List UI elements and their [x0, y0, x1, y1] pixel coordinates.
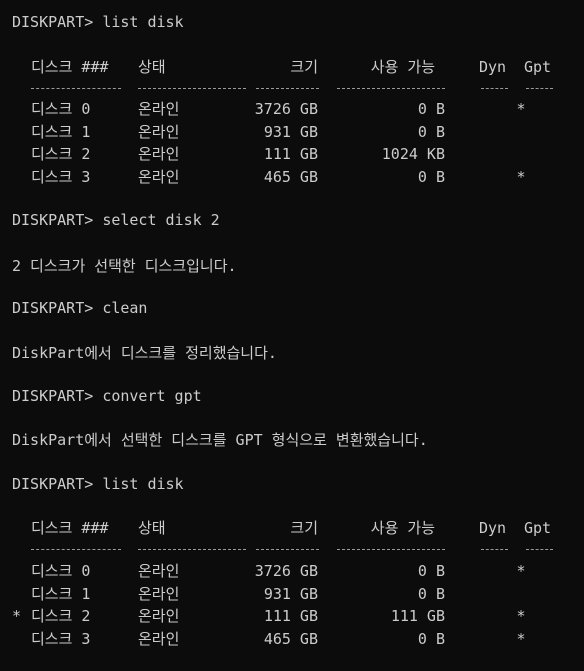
separator-gpt	[526, 88, 553, 89]
table-row: * 디스크 2 온라인 111 GB 111 GB *	[0, 606, 584, 626]
prompt: DISKPART>	[12, 387, 103, 405]
separator-dyn	[481, 88, 508, 89]
cell-size: 111 GB	[263, 607, 318, 625]
cell-status: 온라인	[138, 100, 180, 118]
header-dyn: Dyn	[479, 519, 507, 537]
cell-free: 0 B	[417, 562, 445, 580]
separator-free	[337, 88, 445, 89]
command-text: clean	[102, 299, 148, 317]
command-text: list disk	[102, 13, 184, 31]
separator-disk	[31, 549, 121, 550]
separator-disk	[31, 88, 121, 89]
cell-size: 3726 GB	[254, 100, 318, 118]
cell-size: 931 GB	[263, 584, 318, 603]
separator-gpt	[526, 549, 553, 550]
cell-status: 온라인	[138, 607, 180, 625]
separator-status	[138, 88, 246, 89]
cell-size: 111 GB	[263, 145, 318, 163]
cell-gpt: *	[516, 100, 526, 118]
table-separator	[0, 78, 584, 98]
cell-disk: 디스크 0	[31, 562, 91, 580]
table-separator	[0, 539, 584, 559]
cell-marker: *	[12, 607, 22, 625]
table-row: 디스크 2 온라인 111 GB 1024 KB	[0, 144, 584, 164]
cell-free: 0 B	[417, 100, 445, 118]
prompt: DISKPART>	[12, 211, 103, 229]
cell-disk: 디스크 0	[31, 100, 91, 118]
command-line: DISKPART> list disk	[12, 12, 184, 32]
separator-size	[256, 88, 319, 89]
cell-status: 온라인	[138, 629, 180, 648]
command-text: list disk	[102, 475, 184, 493]
command-line: DISKPART> select disk 2	[12, 210, 220, 230]
table-row: 디스크 0 온라인 3726 GB 0 B *	[0, 99, 584, 119]
command-text: convert gpt	[102, 387, 202, 405]
cell-status: 온라인	[138, 122, 180, 141]
cell-gpt: *	[516, 607, 526, 625]
command-line: DISKPART> list disk	[12, 474, 184, 494]
output-message: DiskPart에서 선택한 디스크를 GPT 형식으로 변환했습니다.	[12, 431, 428, 449]
table-row: 디스크 0 온라인 3726 GB 0 B *	[0, 561, 584, 581]
cell-status: 온라인	[138, 145, 180, 163]
cell-free: 0 B	[417, 629, 445, 648]
table-header-row: 디스크 ### 상태 크기 사용 가능 Dyn Gpt	[0, 57, 584, 77]
table-row: 디스크 1 온라인 931 GB 0 B	[0, 122, 584, 142]
cell-status: 온라인	[138, 562, 180, 580]
cell-disk: 디스크 3	[31, 629, 91, 648]
header-disk: 디스크 ###	[31, 519, 109, 537]
header-status: 상태	[138, 58, 166, 76]
output-message: 2 디스크가 선택한 디스크입니다.	[12, 257, 237, 275]
cell-gpt: *	[516, 629, 526, 648]
command-text: select disk 2	[102, 211, 220, 229]
cell-status: 온라인	[138, 584, 180, 603]
prompt: DISKPART>	[12, 299, 103, 317]
header-free: 사용 가능	[370, 58, 435, 76]
separator-status	[138, 549, 246, 550]
cell-free: 1024 KB	[381, 145, 445, 163]
header-dyn: Dyn	[479, 58, 507, 76]
separator-dyn	[481, 549, 508, 550]
cell-disk: 디스크 1	[31, 584, 91, 603]
table-row: 디스크 1 온라인 931 GB 0 B	[0, 584, 584, 604]
header-free: 사용 가능	[370, 519, 435, 537]
cell-free: 111 GB	[390, 607, 445, 625]
separator-free	[337, 549, 445, 550]
cell-disk: 디스크 2	[31, 145, 91, 163]
terminal-window[interactable]: DISKPART> list disk 디스크 ### 상태 크기 사용 가능 …	[0, 0, 584, 671]
cell-disk: 디스크 3	[31, 167, 91, 186]
header-disk: 디스크 ###	[31, 58, 109, 76]
cell-disk: 디스크 2	[31, 607, 91, 625]
cell-gpt: *	[516, 167, 526, 186]
cell-size: 3726 GB	[254, 562, 318, 580]
table-header-row: 디스크 ### 상태 크기 사용 가능 Dyn Gpt	[0, 518, 584, 538]
cell-size: 465 GB	[263, 629, 318, 648]
header-gpt: Gpt	[524, 519, 552, 537]
cell-size: 931 GB	[263, 122, 318, 141]
table-row: 디스크 3 온라인 465 GB 0 B *	[0, 629, 584, 649]
cell-status: 온라인	[138, 167, 180, 186]
cell-free: 0 B	[417, 167, 445, 186]
cell-disk: 디스크 1	[31, 122, 91, 141]
command-line: DISKPART> convert gpt	[12, 386, 202, 406]
header-gpt: Gpt	[524, 58, 552, 76]
prompt: DISKPART>	[12, 475, 103, 493]
header-status: 상태	[138, 519, 166, 537]
cell-free: 0 B	[417, 122, 445, 141]
command-line: DISKPART> clean	[12, 298, 147, 318]
prompt: DISKPART>	[12, 13, 103, 31]
header-size: 크기	[290, 58, 318, 76]
separator-size	[256, 549, 319, 550]
output-message: DiskPart에서 디스크를 정리했습니다.	[12, 344, 277, 362]
cell-gpt: *	[516, 562, 526, 580]
header-size: 크기	[290, 519, 318, 537]
cell-free: 0 B	[417, 584, 445, 603]
cell-size: 465 GB	[263, 167, 318, 186]
table-row: 디스크 3 온라인 465 GB 0 B *	[0, 167, 584, 187]
